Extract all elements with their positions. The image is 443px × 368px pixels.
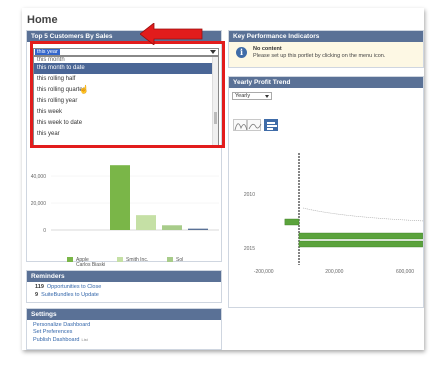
period-select-value: Yearly — [235, 93, 251, 99]
y-category-label: 2010 — [244, 192, 255, 198]
bar — [298, 232, 423, 240]
line-chart-icon — [248, 123, 262, 130]
red-arrow-annotation-icon — [140, 23, 203, 45]
yearly-profit-chart: 2010 2015 -200,000 200,000 600,000 — [244, 153, 424, 275]
chevron-down-icon[interactable] — [210, 50, 216, 54]
legend-item-carlos: Carlos Biaski — [76, 262, 105, 268]
dropdown-option[interactable]: this rolling quarter — [34, 85, 218, 96]
dropdown-option[interactable]: this year — [34, 129, 218, 140]
legend-label: Sol — [176, 257, 184, 263]
y-tick-label: 20,000 — [31, 201, 47, 207]
top5-bar-chart: 40,000 20,000 0 — [31, 165, 219, 234]
dropdown-option[interactable]: this week — [34, 107, 218, 118]
area-chart-type-button[interactable] — [233, 119, 248, 131]
kpi-message: No content Please set up this portlet by… — [253, 46, 385, 60]
y-category-label: 2015 — [244, 246, 255, 252]
legend-swatch — [67, 257, 73, 263]
bar-chart-type-button[interactable] — [264, 119, 278, 131]
x-tick-label: -200,000 — [254, 269, 274, 275]
dropdown-option[interactable]: this week to date — [34, 118, 218, 129]
reminder-row[interactable]: 119 Opportunities to Close — [27, 282, 221, 290]
reminders-header: Reminders — [27, 271, 221, 282]
reminders-portlet: Reminders 119 Opportunities to Close 9 Sui… — [26, 270, 222, 303]
period-select[interactable]: Yearly — [232, 92, 272, 100]
kpi-message-box: i No content Please set up this portlet … — [229, 42, 423, 67]
page-title: Home — [27, 14, 58, 26]
date-range-options-list[interactable]: this month this month to date this rolli… — [33, 56, 219, 146]
publish-tag: List — [81, 336, 88, 342]
dashboard-screen: Home Top 5 Customers By Sales this year … — [22, 8, 424, 350]
reminder-link[interactable]: Opportunities to Close — [47, 284, 101, 290]
reminder-count: 119 — [35, 284, 44, 290]
legend-swatch — [117, 257, 123, 263]
publish-dashboard-row[interactable]: Publish Dashboard List — [27, 335, 221, 343]
area-chart-icon — [234, 123, 248, 131]
date-range-selected-value: this year — [35, 49, 60, 55]
dropdown-option[interactable]: this rolling year — [34, 96, 218, 107]
info-icon: i — [236, 47, 247, 58]
trend-line — [302, 207, 424, 222]
bar — [188, 228, 208, 230]
legend-label: Smith Inc. — [126, 257, 149, 263]
bar — [136, 215, 156, 230]
bar — [162, 225, 182, 230]
bar — [110, 165, 130, 230]
publish-dashboard-link[interactable]: Publish Dashboard — [33, 337, 79, 343]
reminder-link[interactable]: SuiteBundles to Update — [41, 292, 99, 298]
legend-item-smith: Smith Inc. — [117, 257, 148, 263]
scrollbar-thumb[interactable] — [214, 112, 217, 124]
reminder-row[interactable]: 9 SuiteBundles to Update — [27, 290, 221, 298]
kpi-message-body: Please set up this portlet by clicking o… — [253, 53, 386, 59]
chevron-down-icon[interactable] — [265, 95, 269, 98]
top5-customers-portlet: Top 5 Customers By Sales this year this … — [26, 30, 225, 268]
yearly-header: Yearly Profit Trend — [229, 77, 423, 88]
reminder-count: 9 — [35, 292, 39, 298]
line-chart-type-button[interactable] — [247, 119, 262, 131]
x-tick-label: 200,000 — [325, 269, 343, 275]
bar — [298, 240, 423, 248]
dropdown-option-highlighted[interactable]: this month to date — [34, 63, 218, 74]
dropdown-scrollbar[interactable] — [212, 57, 218, 145]
date-range-select[interactable]: this year — [33, 48, 219, 56]
y-tick-label: 0 — [43, 228, 46, 234]
kpi-message-title: No content — [253, 46, 282, 52]
legend-item-sol: Sol — [167, 257, 183, 263]
settings-header: Settings — [27, 309, 221, 320]
kpi-portlet: Key Performance Indicators i No content … — [228, 30, 424, 68]
personalize-dashboard-link[interactable]: Personalize Dashboard — [27, 320, 221, 328]
yearly-profit-portlet: Yearly Profit Trend Yearly 2010 2015 -200,… — [228, 76, 424, 308]
legend-swatch — [167, 257, 173, 263]
bar — [284, 218, 300, 226]
mouse-cursor-icon: ☝ — [79, 85, 89, 94]
settings-portlet: Settings Personalize Dashboard Set Prefe… — [26, 308, 222, 350]
legend-label: Carlos Biaski — [76, 262, 106, 268]
bar-chart-icon — [267, 122, 277, 130]
y-tick-label: 40,000 — [31, 174, 47, 180]
kpi-header: Key Performance Indicators — [229, 31, 423, 42]
set-preferences-link[interactable]: Set Preferences — [27, 328, 221, 335]
dropdown-option[interactable]: this rolling half — [34, 74, 218, 85]
x-tick-label: 600,000 — [396, 269, 414, 275]
